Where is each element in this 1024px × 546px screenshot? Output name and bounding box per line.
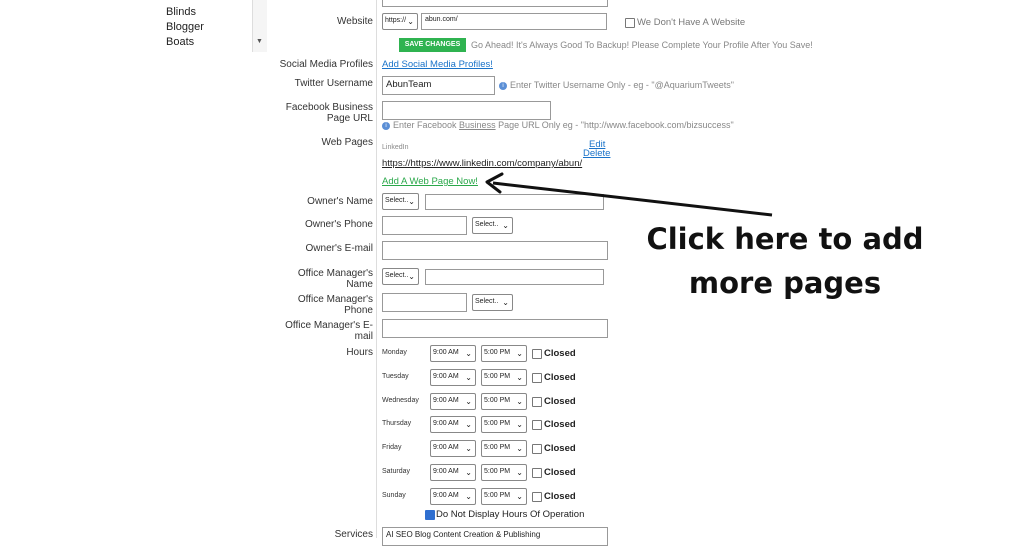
arrow-shaft: [492, 181, 773, 217]
annotation-text: Click here to add more pages: [646, 222, 924, 300]
